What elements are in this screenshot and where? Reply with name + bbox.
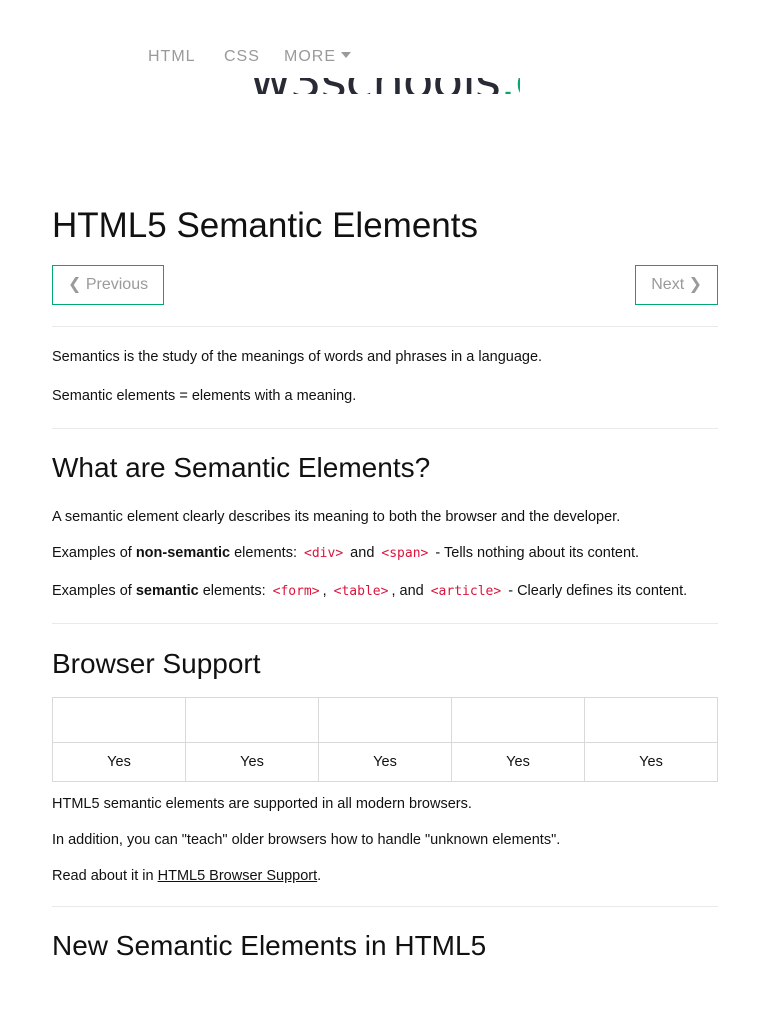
code-div: <div> [304, 546, 344, 561]
support-value: Yes [52, 742, 186, 782]
support-value: Yes [318, 742, 452, 782]
browser-icon-cell [52, 697, 186, 743]
nav-more[interactable]: MORE [284, 48, 351, 66]
browser-icon-cell [584, 697, 718, 743]
text: Read about it in [52, 868, 158, 884]
divider [52, 428, 718, 429]
what-paragraph-non-semantic: Examples of non-semantic elements: <div>… [52, 543, 639, 564]
heading-what-are-semantic-elements: What are Semantic Elements? [52, 452, 431, 483]
code-table: <table> [333, 584, 389, 599]
support-value: Yes [185, 742, 319, 782]
browser-icon-cell [451, 697, 585, 743]
browser-support-table: Yes Yes Yes Yes Yes [52, 697, 718, 782]
text: - Clearly defines its content. [504, 583, 688, 599]
text: elements: [230, 545, 302, 561]
support-value: Yes [584, 742, 718, 782]
text: , [322, 583, 331, 599]
previous-button[interactable]: ❮ Previous [52, 265, 165, 305]
code-article: <article> [430, 584, 502, 599]
heading-browser-support: Browser Support [52, 648, 261, 679]
browser-icon-cell [318, 697, 452, 743]
top-navigation: HTML CSS MORE [0, 38, 768, 78]
code-form: <form> [272, 584, 320, 599]
divider [52, 623, 718, 624]
support-paragraph-2: In addition, you can "teach" older brows… [52, 832, 561, 848]
bold-non-semantic: non-semantic [135, 545, 231, 561]
bold-semantic: semantic [135, 583, 199, 599]
html5-browser-support-link[interactable]: HTML5 Browser Support [158, 868, 318, 884]
text: - Tells nothing about its content. [431, 545, 640, 561]
intro-paragraph-2: Semantic elements = elements with a mean… [52, 388, 357, 404]
what-paragraph-1: A semantic element clearly describes its… [52, 509, 621, 525]
support-paragraph-3: Read about it in HTML5 Browser Support. [52, 866, 321, 886]
table-row [52, 697, 718, 743]
what-paragraph-semantic: Examples of semantic elements: <form>, <… [52, 581, 687, 602]
code-span: <span> [381, 546, 429, 561]
nav-html[interactable]: HTML [148, 48, 196, 66]
text: Examples of [52, 583, 136, 599]
text: . [317, 868, 322, 884]
caret-down-icon [341, 52, 351, 58]
next-button[interactable]: Next ❯ [635, 265, 718, 305]
text: Examples of [52, 545, 136, 561]
divider [52, 906, 718, 907]
divider [52, 326, 718, 327]
nav-more-label: MORE [284, 48, 336, 65]
heading-new-semantic-elements: New Semantic Elements in HTML5 [52, 930, 487, 961]
page-title: HTML5 Semantic Elements [52, 206, 478, 245]
text: , and [391, 583, 428, 599]
text: and [346, 545, 379, 561]
support-paragraph-1: HTML5 semantic elements are supported in… [52, 796, 472, 812]
intro-paragraph-1: Semantics is the study of the meanings o… [52, 349, 543, 365]
table-row: Yes Yes Yes Yes Yes [52, 742, 718, 782]
support-value: Yes [451, 742, 585, 782]
text: elements: [198, 583, 270, 599]
browser-icon-cell [185, 697, 319, 743]
nav-css[interactable]: CSS [224, 48, 260, 66]
